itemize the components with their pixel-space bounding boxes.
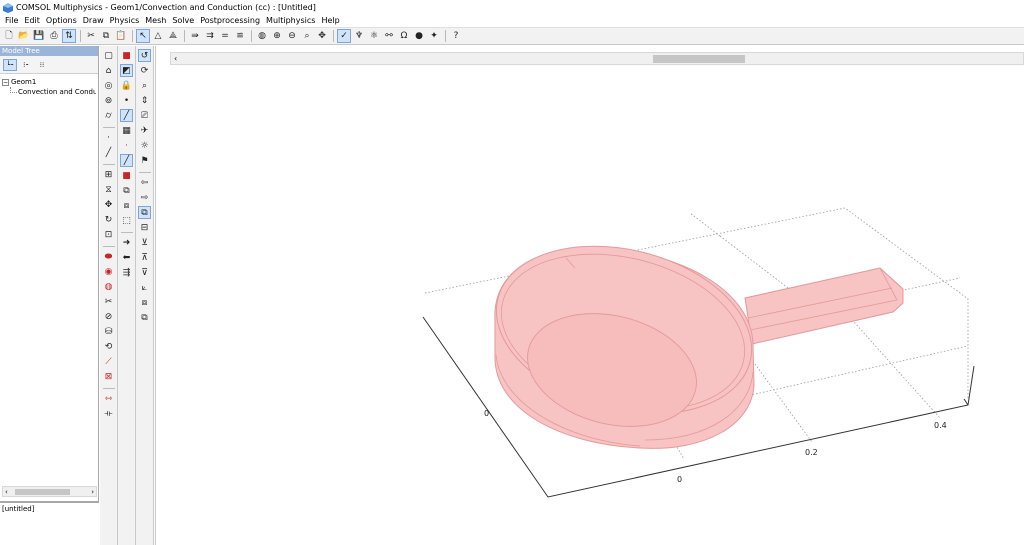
grid-line (689, 212, 721, 237)
frying-pan-geometry (494, 245, 904, 449)
geometry-view: 0 0 0.2 0.4 (422, 207, 975, 498)
grid-line (844, 311, 941, 419)
x-axis-tick-label: 0.4 (934, 421, 947, 430)
y-axis-tick-label: 0 (484, 409, 489, 418)
pan-handle (744, 267, 904, 345)
x-axis-tick-label: 0 (677, 475, 682, 484)
x-axis-tick-label: 0.2 (805, 448, 818, 457)
axis-tick (963, 398, 969, 406)
